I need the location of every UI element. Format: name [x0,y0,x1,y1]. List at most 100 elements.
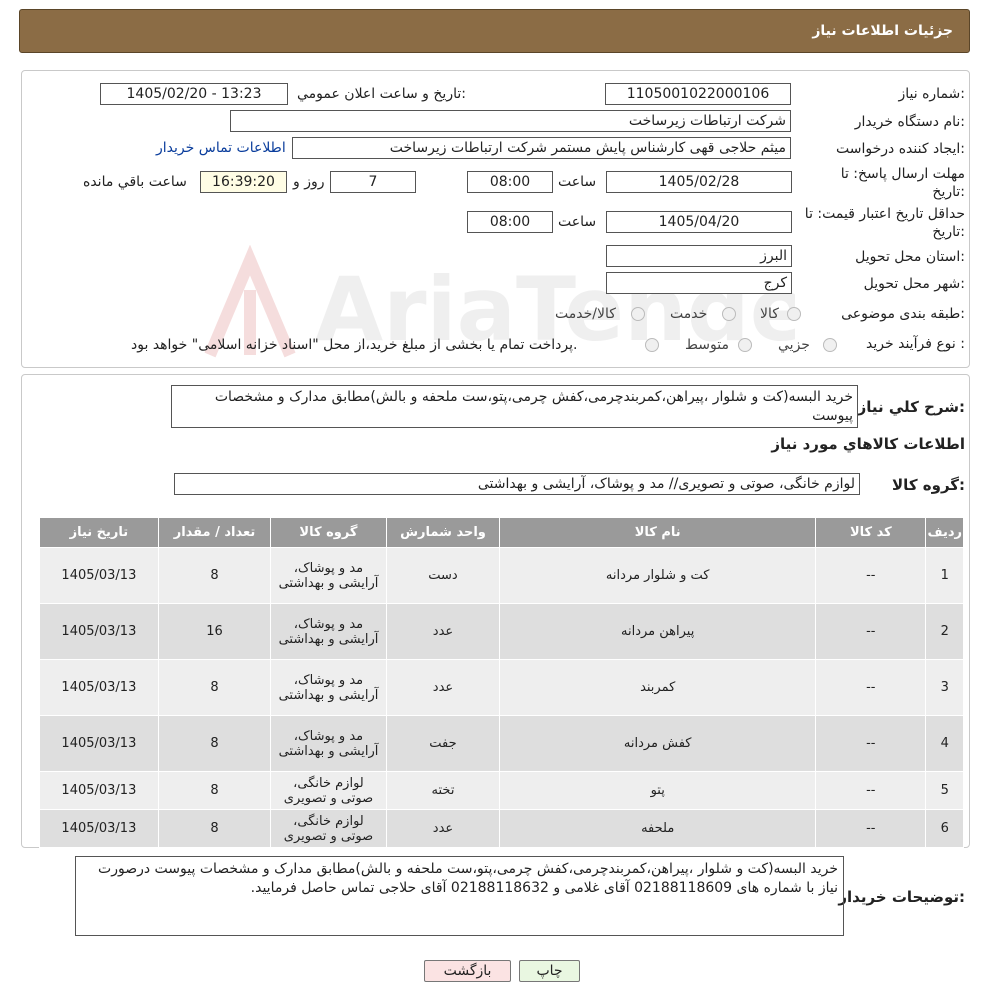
summary-textarea[interactable]: خرید البسه(کت و شلوار ،پیراهن،کمربندچرمی… [171,385,858,428]
cell-code: -- [815,809,927,848]
category-option-goods: کالا [760,306,779,322]
items-table: ردیف کد کالا نام کالا واحد شمارش گروه کا… [39,517,964,848]
validity-label-date: تاریخ: [932,224,965,240]
process-radio-small[interactable] [823,338,837,352]
cell-code: -- [815,771,927,810]
col-group: گروه کالا [270,517,387,548]
announce-field: 1405/02/20 - 13:23 [100,83,288,105]
deadline-label-date: تاریخ: [932,184,965,200]
page-header: جزئیات اطلاعات نیاز [19,9,970,53]
col-date: تاریخ نیاز [39,517,159,548]
province-label: استان محل تحویل: [855,249,965,265]
process-option-medium: متوسط [685,337,729,353]
cell-row: 5 [925,771,964,810]
cell-row: 4 [925,715,964,772]
cell-unit: جفت [385,715,501,772]
cell-date: 1405/03/13 [39,603,159,660]
table-row: 1 -- کت و شلوار مردانه دست مد و پوشاک، آ… [39,547,964,604]
cell-qty: 8 [157,659,272,716]
cell-code: -- [815,715,927,772]
cell-code: -- [815,547,927,604]
col-unit: واحد شمارش [385,517,501,548]
need-number-field: 1105001022000106 [605,83,791,105]
cell-qty: 8 [157,809,272,848]
buyer-org-label: نام دستگاه خریدار: [854,114,965,130]
cell-row: 6 [925,809,964,848]
table-row: 6 -- ملحفه عدد لوازم خانگی، صوتی و تصویر… [39,809,964,848]
cell-unit: عدد [385,659,501,716]
cell-unit: تخته [385,771,501,810]
cell-name: کمربند [499,659,817,716]
page-title: جزئیات اطلاعات نیاز [812,23,953,39]
category-option-service: خدمت [670,306,708,322]
cell-date: 1405/03/13 [39,771,159,810]
cell-name: کفش مردانه [499,715,817,772]
requester-label: ایجاد کننده درخواست: [836,141,965,157]
col-row: ردیف [925,517,964,548]
requester-field: میثم حلاجی قهی کارشناس پایش مستمر شرکت ا… [292,137,791,159]
cell-date: 1405/03/13 [39,659,159,716]
cell-qty: 8 [157,547,272,604]
contact-buyer-link[interactable]: اطلاعات تماس خریدار [156,140,286,156]
cell-qty: 8 [157,715,272,772]
table-row: 5 -- پتو تخته لوازم خانگی، صوتی و تصویری… [39,771,964,810]
col-name: نام کالا [499,517,817,548]
category-option-goods-service: کالا/خدمت [555,306,616,322]
announce-label: تاریخ و ساعت اعلان عمومي: [297,86,466,102]
need-number-label: شماره نیاز: [898,86,965,102]
remaining-time-field: 16:39:20 [200,171,287,193]
col-qty: تعداد / مقدار [157,517,272,548]
category-radio-service[interactable] [722,307,736,321]
cell-group: مد و پوشاک، آرایشی و بهداشتی [270,603,387,660]
table-row: 4 -- کفش مردانه جفت مد و پوشاک، آرایشی و… [39,715,964,772]
cell-group: مد و پوشاک، آرایشی و بهداشتی [270,547,387,604]
remaining-label: ساعت باقي مانده [83,174,187,190]
validity-date-field: 1405/04/20 [606,211,792,233]
table-row: 2 -- پیراهن مردانه عدد مد و پوشاک، آرایش… [39,603,964,660]
days-label: روز و [293,174,325,190]
validity-time-field: 08:00 [467,211,553,233]
cell-name: ملحفه [499,809,817,848]
cell-date: 1405/03/13 [39,547,159,604]
items-table-wrapper: ردیف کد کالا نام کالا واحد شمارش گروه کا… [39,517,964,848]
validity-time-label: ساعت [558,214,597,230]
cell-qty: 8 [157,771,272,810]
process-radio-treasury[interactable] [645,338,659,352]
deadline-time-label: ساعت [558,174,597,190]
cell-row: 2 [925,603,964,660]
province-field: البرز [606,245,792,267]
cell-unit: عدد [385,603,501,660]
cell-row: 3 [925,659,964,716]
category-radio-goods-service[interactable] [631,307,645,321]
deadline-time-field: 08:00 [467,171,553,193]
cell-group: لوازم خانگی، صوتی و تصویری [270,809,387,848]
table-row: 3 -- کمربند عدد مد و پوشاک، آرایشی و بهد… [39,659,964,716]
cell-group: مد و پوشاک، آرایشی و بهداشتی [270,715,387,772]
summary-label: شرح کلي نیاز: [857,398,965,416]
cell-code: -- [815,659,927,716]
cell-name: پتو [499,771,817,810]
buyer-notes-label: توضیحات خریدار: [838,888,965,906]
cell-unit: عدد [385,809,501,848]
cell-group: مد و پوشاک، آرایشی و بهداشتی [270,659,387,716]
buyer-notes-textarea[interactable]: خرید البسه(کت و شلوار ،پیراهن،کمربندچرمی… [75,856,844,936]
items-table-header: ردیف کد کالا نام کالا واحد شمارش گروه کا… [39,517,964,548]
cell-name: کت و شلوار مردانه [499,547,817,604]
cell-qty: 16 [157,603,272,660]
category-label: طبقه بندی موضوعی: [841,306,965,322]
deadline-label: مهلت ارسال پاسخ: تا [840,166,965,182]
process-radio-medium[interactable] [738,338,752,352]
back-button[interactable]: بازگشت [424,960,511,982]
print-button[interactable]: چاپ [519,960,580,982]
cell-unit: دست [385,547,501,604]
goods-group-label: گروه کالا: [892,476,965,494]
category-radio-goods[interactable] [787,307,801,321]
col-code: کد کالا [815,517,927,548]
goods-group-field: لوازم خانگی، صوتی و تصویری// مد و پوشاک،… [174,473,860,495]
cell-code: -- [815,603,927,660]
process-label: نوع فرآیند خرید : [866,336,965,352]
days-field: 7 [330,171,416,193]
cell-name: پیراهن مردانه [499,603,817,660]
cell-date: 1405/03/13 [39,715,159,772]
buyer-org-field: شرکت ارتباطات زیرساخت [230,110,791,132]
